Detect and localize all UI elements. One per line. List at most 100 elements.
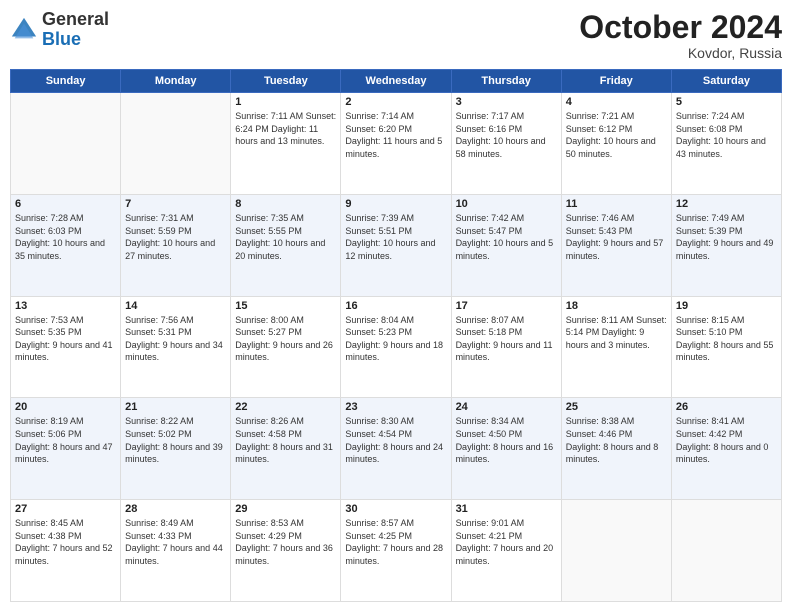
table-row: 12 Sunrise: 7:49 AM Sunset: 5:39 PM Dayli… — [671, 194, 781, 296]
table-row — [121, 93, 231, 195]
day-info: Sunrise: 8:38 AM Sunset: 4:46 PM Dayligh… — [566, 415, 667, 465]
table-row: 27 Sunrise: 8:45 AM Sunset: 4:38 PM Dayli… — [11, 500, 121, 602]
table-row: 25 Sunrise: 8:38 AM Sunset: 4:46 PM Dayli… — [561, 398, 671, 500]
day-number: 29 — [235, 503, 336, 515]
day-number: 23 — [345, 401, 446, 413]
col-wednesday: Wednesday — [341, 70, 451, 93]
table-row: 15 Sunrise: 8:00 AM Sunset: 5:27 PM Dayli… — [231, 296, 341, 398]
table-row: 30Sunrise: 8:57 AM Sunset: 4:25 PM Dayli… — [341, 500, 451, 602]
day-info: Sunrise: 8:11 AM Sunset: 5:14 PM Dayligh… — [566, 314, 667, 352]
day-number: 22 — [235, 401, 336, 413]
logo-text: General Blue — [42, 10, 109, 50]
col-sunday: Sunday — [11, 70, 121, 93]
table-row: 3 Sunrise: 7:17 AM Sunset: 6:16 PM Daylig… — [451, 93, 561, 195]
day-number: 8 — [235, 198, 336, 210]
month-title: October 2024 — [579, 10, 782, 45]
day-info: Sunrise: 8:30 AM Sunset: 4:54 PM Dayligh… — [345, 415, 446, 465]
day-info: Sunrise: 7:31 AM Sunset: 5:59 PM Dayligh… — [125, 212, 226, 262]
day-number: 2 — [345, 96, 446, 108]
table-row: 11Sunrise: 7:46 AM Sunset: 5:43 PM Dayli… — [561, 194, 671, 296]
day-number: 28 — [125, 503, 226, 515]
day-info: Sunrise: 8:00 AM Sunset: 5:27 PM Dayligh… — [235, 314, 336, 364]
day-number: 17 — [456, 300, 557, 312]
day-info: Sunrise: 8:34 AM Sunset: 4:50 PM Dayligh… — [456, 415, 557, 465]
day-info: Sunrise: 8:04 AM Sunset: 5:23 PM Dayligh… — [345, 314, 446, 364]
day-info: Sunrise: 7:39 AM Sunset: 5:51 PM Dayligh… — [345, 212, 446, 262]
table-row: 1Sunrise: 7:11 AM Sunset: 6:24 PM Daylig… — [231, 93, 341, 195]
day-number: 12 — [676, 198, 777, 210]
table-row: 23 Sunrise: 8:30 AM Sunset: 4:54 PM Dayli… — [341, 398, 451, 500]
day-number: 27 — [15, 503, 116, 515]
table-row — [561, 500, 671, 602]
day-info: Sunrise: 8:26 AM Sunset: 4:58 PM Dayligh… — [235, 415, 336, 465]
table-row: 31 Sunrise: 9:01 AM Sunset: 4:21 PM Dayli… — [451, 500, 561, 602]
day-number: 7 — [125, 198, 226, 210]
day-number: 31 — [456, 503, 557, 515]
day-info: Sunrise: 8:53 AM Sunset: 4:29 PM Dayligh… — [235, 517, 336, 567]
day-info: Sunrise: 8:15 AM Sunset: 5:10 PM Dayligh… — [676, 314, 777, 364]
day-number: 4 — [566, 96, 667, 108]
day-info: Sunrise: 7:11 AM Sunset: 6:24 PM Dayligh… — [235, 110, 336, 148]
day-info: Sunrise: 8:19 AM Sunset: 5:06 PM Dayligh… — [15, 415, 116, 465]
day-info: Sunrise: 8:57 AM Sunset: 4:25 PM Dayligh… — [345, 517, 446, 567]
day-info: Sunrise: 8:07 AM Sunset: 5:18 PM Dayligh… — [456, 314, 557, 364]
table-row: 13 Sunrise: 7:53 AM Sunset: 5:35 PM Dayli… — [11, 296, 121, 398]
day-info: Sunrise: 8:49 AM Sunset: 4:33 PM Dayligh… — [125, 517, 226, 567]
day-info: Sunrise: 9:01 AM Sunset: 4:21 PM Dayligh… — [456, 517, 557, 567]
table-row: 5Sunrise: 7:24 AM Sunset: 6:08 PM Daylig… — [671, 93, 781, 195]
logo-blue: Blue — [42, 29, 81, 49]
day-info: Sunrise: 8:45 AM Sunset: 4:38 PM Dayligh… — [15, 517, 116, 567]
header: General Blue October 2024 Kovdor, Russia — [10, 10, 782, 61]
col-saturday: Saturday — [671, 70, 781, 93]
day-number: 14 — [125, 300, 226, 312]
day-number: 25 — [566, 401, 667, 413]
calendar-table: Sunday Monday Tuesday Wednesday Thursday… — [10, 69, 782, 602]
col-monday: Monday — [121, 70, 231, 93]
day-number: 10 — [456, 198, 557, 210]
day-number: 9 — [345, 198, 446, 210]
title-block: October 2024 Kovdor, Russia — [579, 10, 782, 61]
day-number: 16 — [345, 300, 446, 312]
calendar-header-row: Sunday Monday Tuesday Wednesday Thursday… — [11, 70, 782, 93]
day-info: Sunrise: 7:28 AM Sunset: 6:03 PM Dayligh… — [15, 212, 116, 262]
day-number: 3 — [456, 96, 557, 108]
col-thursday: Thursday — [451, 70, 561, 93]
table-row: 6Sunrise: 7:28 AM Sunset: 6:03 PM Daylig… — [11, 194, 121, 296]
table-row: 17 Sunrise: 8:07 AM Sunset: 5:18 PM Dayli… — [451, 296, 561, 398]
location-subtitle: Kovdor, Russia — [579, 45, 782, 61]
day-info: Sunrise: 7:21 AM Sunset: 6:12 PM Dayligh… — [566, 110, 667, 160]
day-info: Sunrise: 7:14 AM Sunset: 6:20 PM Dayligh… — [345, 110, 446, 160]
day-info: Sunrise: 7:49 AM Sunset: 5:39 PM Dayligh… — [676, 212, 777, 262]
table-row: 29 Sunrise: 8:53 AM Sunset: 4:29 PM Dayli… — [231, 500, 341, 602]
table-row: 8 Sunrise: 7:35 AM Sunset: 5:55 PM Daylig… — [231, 194, 341, 296]
day-info: Sunrise: 7:56 AM Sunset: 5:31 PM Dayligh… — [125, 314, 226, 364]
table-row: 24Sunrise: 8:34 AM Sunset: 4:50 PM Dayli… — [451, 398, 561, 500]
day-info: Sunrise: 7:53 AM Sunset: 5:35 PM Dayligh… — [15, 314, 116, 364]
table-row — [671, 500, 781, 602]
table-row: 14 Sunrise: 7:56 AM Sunset: 5:31 PM Dayli… — [121, 296, 231, 398]
day-info: Sunrise: 7:24 AM Sunset: 6:08 PM Dayligh… — [676, 110, 777, 160]
table-row: 21 Sunrise: 8:22 AM Sunset: 5:02 PM Dayli… — [121, 398, 231, 500]
day-number: 20 — [15, 401, 116, 413]
table-row: 22 Sunrise: 8:26 AM Sunset: 4:58 PM Dayli… — [231, 398, 341, 500]
day-number: 19 — [676, 300, 777, 312]
day-info: Sunrise: 7:17 AM Sunset: 6:16 PM Dayligh… — [456, 110, 557, 160]
page: General Blue October 2024 Kovdor, Russia… — [0, 0, 792, 612]
day-info: Sunrise: 8:22 AM Sunset: 5:02 PM Dayligh… — [125, 415, 226, 465]
day-info: Sunrise: 8:41 AM Sunset: 4:42 PM Dayligh… — [676, 415, 777, 465]
generalblue-logo-icon — [10, 16, 38, 44]
day-info: Sunrise: 7:42 AM Sunset: 5:47 PM Dayligh… — [456, 212, 557, 262]
logo-general: General — [42, 9, 109, 29]
table-row: 28 Sunrise: 8:49 AM Sunset: 4:33 PM Dayli… — [121, 500, 231, 602]
table-row: 19 Sunrise: 8:15 AM Sunset: 5:10 PM Dayli… — [671, 296, 781, 398]
day-number: 21 — [125, 401, 226, 413]
day-number: 13 — [15, 300, 116, 312]
day-info: Sunrise: 7:35 AM Sunset: 5:55 PM Dayligh… — [235, 212, 336, 262]
day-number: 11 — [566, 198, 667, 210]
table-row: 16 Sunrise: 8:04 AM Sunset: 5:23 PM Dayli… — [341, 296, 451, 398]
day-number: 15 — [235, 300, 336, 312]
table-row: 2 Sunrise: 7:14 AM Sunset: 6:20 PM Daylig… — [341, 93, 451, 195]
day-number: 26 — [676, 401, 777, 413]
table-row: 9 Sunrise: 7:39 AM Sunset: 5:51 PM Daylig… — [341, 194, 451, 296]
col-tuesday: Tuesday — [231, 70, 341, 93]
